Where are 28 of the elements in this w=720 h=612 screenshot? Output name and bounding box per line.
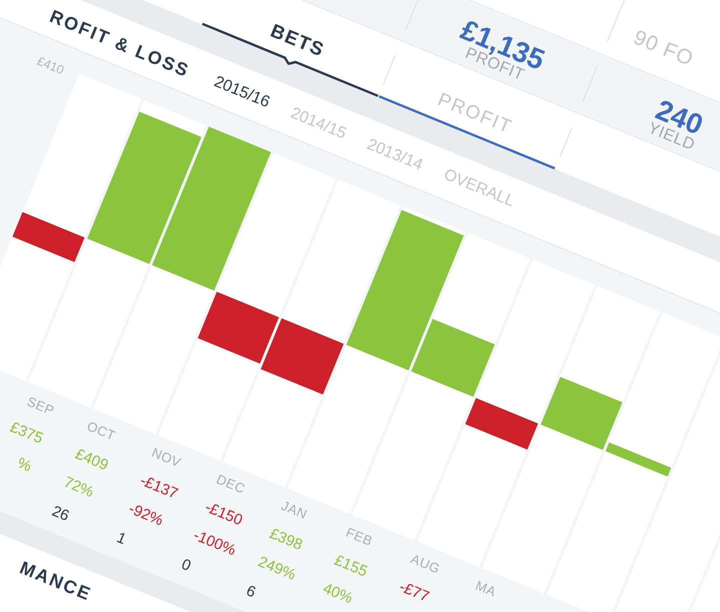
stat-text: 90 FO bbox=[630, 24, 698, 72]
month-label: SEP bbox=[24, 394, 57, 418]
yield-value: 72% bbox=[61, 474, 96, 502]
month-label: MA bbox=[473, 578, 498, 600]
bets-count: 0 bbox=[178, 556, 194, 576]
yield-value: -100% bbox=[190, 528, 238, 560]
profit-value: -£150 bbox=[202, 499, 245, 530]
yield-value: -92% bbox=[126, 501, 166, 530]
profit-value: £409 bbox=[72, 446, 110, 475]
profit-value: £155 bbox=[332, 552, 370, 581]
month-label: DEC bbox=[214, 471, 248, 497]
yield-value: % bbox=[14, 455, 34, 476]
month-label: FEB bbox=[344, 524, 375, 549]
bets-count: 1 bbox=[114, 530, 128, 549]
profit-value: -£137 bbox=[137, 472, 180, 504]
axis-label: £410 bbox=[35, 54, 66, 78]
profit-value: £398 bbox=[267, 526, 305, 554]
yield-value: 40% bbox=[320, 580, 355, 608]
bets-count: 6 bbox=[244, 582, 258, 602]
month-label: AUG bbox=[408, 551, 442, 577]
yield-value: 249% bbox=[255, 554, 298, 585]
month-label: JAN bbox=[279, 498, 310, 522]
tab[interactable]: BETS bbox=[268, 20, 328, 62]
month-label: OCT bbox=[84, 418, 118, 444]
profit-value: -£77 bbox=[396, 578, 432, 606]
profit-value: £375 bbox=[7, 419, 46, 448]
bets-count: 26 bbox=[49, 503, 72, 526]
month-label: NOV bbox=[150, 444, 184, 470]
